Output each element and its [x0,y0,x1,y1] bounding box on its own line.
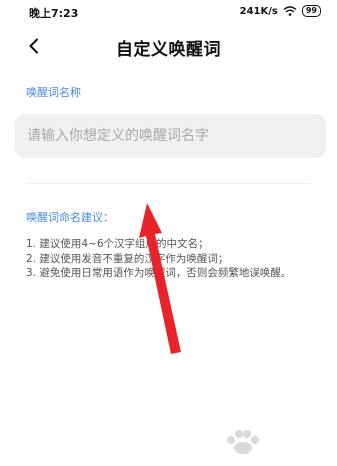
tip-item: 3. 避免使用日常用语作为唤醒词，否则会频繁地误唤醒。 [26,267,292,279]
status-icons: 241K/s 99 [240,5,321,17]
wake-word-name-input[interactable] [15,114,326,158]
battery-icon: 99 [301,5,321,17]
network-speed: 241K/s [239,5,278,17]
annotation-arrow [139,203,181,354]
wifi-icon [283,6,297,16]
naming-tips-list: 1. 建议使用4~6个汉字组成的中文名； 2. 建议使用发音不重复的汉字作为唤醒… [26,237,291,281]
tip-item: 2. 建议使用发音不重复的汉字作为唤醒词； [26,252,229,265]
status-time: 晚上7:23 [29,7,79,20]
tip-item: 1. 建议使用4~6个汉字组成的中文名； [26,238,209,250]
wake-word-name-label: 唤醒词名称 [26,86,81,99]
watermark-logo [219,418,329,458]
divider [26,183,311,184]
status-bar: 晚上7:23 241K/s 99 [0,0,337,24]
naming-tips-title: 唤醒词命名建议： [26,211,114,224]
header: 自定义唤醒词 [0,28,337,64]
page-title: 自定义唤醒词 [116,40,221,60]
